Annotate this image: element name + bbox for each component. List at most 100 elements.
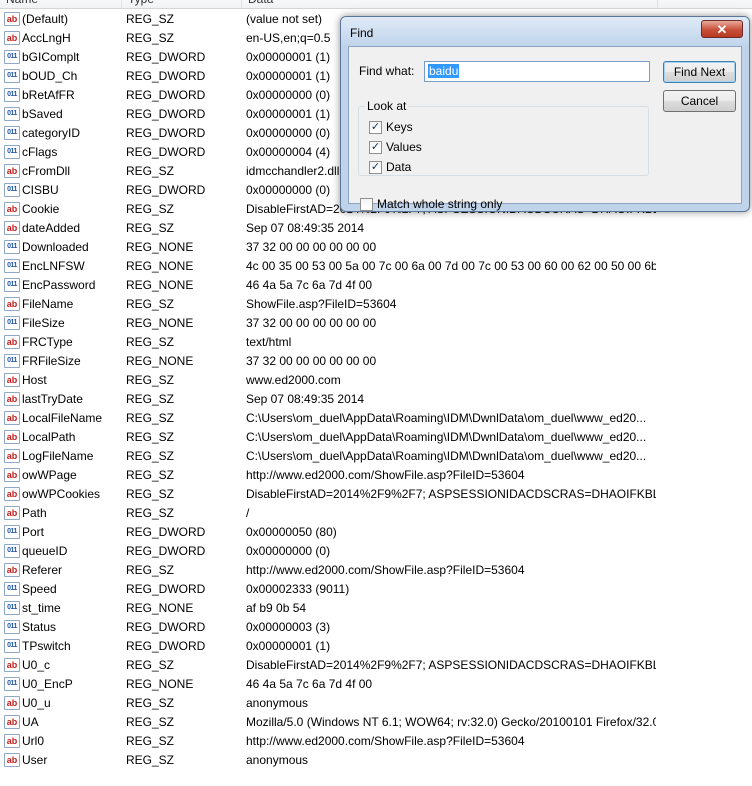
table-row[interactable]: ab FRCType REG_SZ text/html [0, 333, 752, 352]
table-row[interactable]: ab User REG_SZ anonymous [0, 751, 752, 770]
value-name: bOUD_Ch [22, 69, 78, 83]
value-name: lastTryDate [22, 392, 83, 406]
table-row[interactable]: ab UA REG_SZ Mozilla/5.0 (Windows NT 6.1; W… [0, 713, 752, 732]
value-data: / [246, 506, 250, 520]
table-row[interactable]: ab owWPCookies REG_SZ DisableFirstAD=2014%2… [0, 485, 752, 504]
value-type: REG_NONE [126, 278, 194, 292]
table-row[interactable]: ab Host REG_SZ www.ed2000.com [0, 371, 752, 390]
value-type: REG_NONE [126, 354, 194, 368]
value-type: REG_SZ [126, 734, 175, 748]
table-row[interactable]: ab Url0 REG_SZ http://www.ed2000.com/ShowFi… [0, 732, 752, 751]
table-row[interactable]: 011 Port REG_DWORD 0x00000050 (80) [0, 523, 752, 542]
value-type: REG_SZ [126, 411, 175, 425]
binary-value-icon: 011 [4, 544, 20, 558]
value-name: Host [22, 373, 47, 387]
binary-value-icon: 011 [4, 582, 20, 596]
close-button[interactable]: ✕ [701, 20, 743, 38]
value-type: REG_SZ [126, 753, 175, 767]
table-row[interactable]: ab U0_c REG_SZ DisableFirstAD=2014%2F9%2F7;… [0, 656, 752, 675]
string-value-icon: ab [4, 164, 20, 178]
table-row[interactable]: ab owWPage REG_SZ http://www.ed2000.com/Sho… [0, 466, 752, 485]
column-header-data[interactable]: Data [242, 0, 658, 8]
string-value-icon: ab [4, 506, 20, 520]
table-row[interactable]: 011 TPswitch REG_DWORD 0x00000001 (1) [0, 637, 752, 656]
value-name: FRCType [22, 335, 73, 349]
check-icon: ✓ [370, 121, 381, 133]
value-data: 37 32 00 00 00 00 00 00 [246, 316, 377, 330]
data-checkbox[interactable]: ✓ [369, 161, 382, 174]
value-data: Mozilla/5.0 (Windows NT 6.1; WOW64; rv:3… [246, 715, 656, 729]
table-row[interactable]: ab Referer REG_SZ http://www.ed2000.com/Sho… [0, 561, 752, 580]
value-type: REG_SZ [126, 658, 175, 672]
value-type: REG_SZ [126, 221, 175, 235]
value-data: 0x00000000 (0) [246, 544, 331, 558]
binary-value-icon: 011 [4, 601, 20, 615]
data-label: Data [386, 160, 412, 174]
binary-value-icon: 011 [4, 639, 20, 653]
value-data: www.ed2000.com [246, 373, 341, 387]
binary-value-icon: 011 [4, 278, 20, 292]
value-type: REG_DWORD [126, 145, 206, 159]
table-row[interactable]: ab LocalFileName REG_SZ C:\Users\om_duel\Ap… [0, 409, 752, 428]
close-icon: ✕ [716, 22, 728, 37]
keys-checkbox[interactable]: ✓ [369, 121, 382, 134]
table-row[interactable]: ab dateAdded REG_SZ Sep 07 08:49:35 2014 [0, 219, 752, 238]
value-name: Port [22, 525, 45, 539]
value-type: REG_SZ [126, 468, 175, 482]
value-data: http://www.ed2000.com/ShowFile.asp?FileI… [246, 734, 525, 748]
string-value-icon: ab [4, 658, 20, 672]
table-row[interactable]: ab U0_u REG_SZ anonymous [0, 694, 752, 713]
binary-value-icon: 011 [4, 677, 20, 691]
string-value-icon: ab [4, 753, 20, 767]
value-type: REG_SZ [126, 31, 175, 45]
value-name: categoryID [22, 126, 81, 140]
table-row[interactable]: ab FileName REG_SZ ShowFile.asp?FileID=5360… [0, 295, 752, 314]
value-name: U0_EncP [22, 677, 73, 691]
value-name: Cookie [22, 202, 60, 216]
value-type: REG_SZ [126, 487, 175, 501]
table-row[interactable]: 011 Speed REG_DWORD 0x00002333 (9011) [0, 580, 752, 599]
column-header-name[interactable]: Name [0, 0, 122, 8]
binary-value-icon: 011 [4, 183, 20, 197]
dialog-titlebar[interactable]: Find ✕ [341, 17, 749, 45]
table-row[interactable]: 011 Downloaded REG_NONE 37 32 00 00 00 00 0… [0, 238, 752, 257]
value-data: 46 4a 5a 7c 6a 7d 4f 00 [246, 278, 373, 292]
find-what-input[interactable]: baidu [424, 61, 650, 82]
value-name: Path [22, 506, 47, 520]
table-row[interactable]: ab Path REG_SZ / [0, 504, 752, 523]
string-value-icon: ab [4, 487, 20, 501]
value-data: ShowFile.asp?FileID=53604 [246, 297, 397, 311]
value-name: owWPage [22, 468, 77, 482]
table-row[interactable]: 011 st_time REG_NONE af b9 0b 54 [0, 599, 752, 618]
string-value-icon: ab [4, 12, 20, 26]
values-checkbox[interactable]: ✓ [369, 141, 382, 154]
value-name: bSaved [22, 107, 63, 121]
value-name: LocalFileName [22, 411, 103, 425]
table-row[interactable]: 011 U0_EncP REG_NONE 46 4a 5a 7c 6a 7d 4f 0… [0, 675, 752, 694]
check-icon: ✓ [370, 161, 381, 173]
column-header-type[interactable]: Type [122, 0, 242, 8]
value-name: Referer [22, 563, 63, 577]
table-row[interactable]: 011 FRFileSize REG_NONE 37 32 00 00 00 00 0… [0, 352, 752, 371]
table-row[interactable]: 011 queueID REG_DWORD 0x00000000 (0) [0, 542, 752, 561]
string-value-icon: ab [4, 696, 20, 710]
value-name: Url0 [22, 734, 45, 748]
find-next-button[interactable]: Find Next [663, 61, 736, 83]
value-data: Sep 07 08:49:35 2014 [246, 221, 365, 235]
table-row[interactable]: 011 FileSize REG_NONE 37 32 00 00 00 00 00 … [0, 314, 752, 333]
table-row[interactable]: 011 EncLNFSW REG_NONE 4c 00 35 00 53 00 5a … [0, 257, 752, 276]
cancel-button[interactable]: Cancel [663, 90, 736, 112]
find-what-value: baidu [428, 64, 460, 78]
match-whole-checkbox[interactable] [360, 198, 373, 211]
binary-value-icon: 011 [4, 126, 20, 140]
table-row[interactable]: ab LocalPath REG_SZ C:\Users\om_duel\AppDat… [0, 428, 752, 447]
table-row[interactable]: ab lastTryDate REG_SZ Sep 07 08:49:35 2014 [0, 390, 752, 409]
value-data: 0x00002333 (9011) [246, 582, 350, 596]
look-at-group: Look at ✓ Keys ✓ Values ✓ Data [358, 99, 649, 176]
table-row[interactable]: ab LogFileName REG_SZ C:\Users\om_duel\AppD… [0, 447, 752, 466]
binary-value-icon: 011 [4, 88, 20, 102]
column-header: Name Type Data [0, 0, 752, 9]
value-name: Downloaded [22, 240, 89, 254]
table-row[interactable]: 011 EncPassword REG_NONE 46 4a 5a 7c 6a 7d … [0, 276, 752, 295]
table-row[interactable]: 011 Status REG_DWORD 0x00000003 (3) [0, 618, 752, 637]
